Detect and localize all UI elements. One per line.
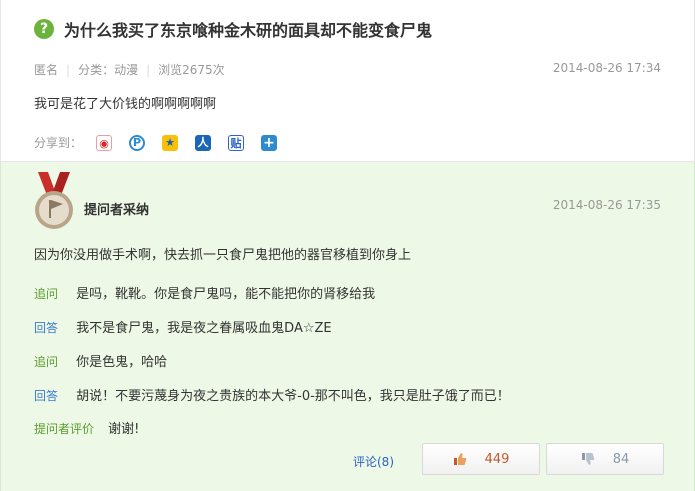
category-link[interactable]: 分类：动漫 bbox=[78, 63, 138, 77]
view-count: 浏览2675次 bbox=[158, 63, 225, 77]
best-answer-panel: 提问者采纳 2014-08-26 17:35 因为你没用做手术啊，快去抓一只食尸… bbox=[0, 162, 695, 491]
rating-tag: 提问者评价 bbox=[34, 422, 95, 436]
question-title: 为什么我买了东京喰种金木研的面具却不能变食尸鬼 bbox=[64, 21, 433, 40]
answer-body: 因为你没用做手术啊，快去抓一只食尸鬼把他的器官移植到你身上 bbox=[34, 248, 412, 263]
thread-item: 追问 是吗，靴靴。你是食尸鬼吗，能不能把你的肾移给我 bbox=[34, 283, 375, 302]
more-share-icon[interactable]: + bbox=[261, 134, 278, 151]
question-timestamp: 2014-08-26 17:34 bbox=[552, 61, 661, 75]
share-bar: 分享到： ◉ P ★ 人 贴 + bbox=[34, 134, 294, 151]
thread-text: 你是色鬼，哈哈 bbox=[76, 355, 168, 370]
tieba-icon[interactable]: 贴 bbox=[228, 134, 245, 151]
qzone-icon[interactable]: P bbox=[129, 134, 146, 151]
qq-weibo-icon[interactable]: ★ bbox=[162, 134, 179, 151]
share-label: 分享到： bbox=[34, 136, 83, 150]
weibo-icon[interactable]: ◉ bbox=[96, 134, 113, 151]
followup-question-tag: 追问 bbox=[34, 287, 59, 301]
followup-question-tag: 追问 bbox=[34, 355, 59, 369]
upvote-button[interactable]: 449 bbox=[422, 443, 540, 475]
thread-item: 回答 我不是食尸鬼，我是夜之眷属吸血鬼DA☆ZE bbox=[34, 317, 332, 336]
reply-tag: 回答 bbox=[34, 389, 59, 403]
answer-timestamp: 2014-08-26 17:35 bbox=[552, 198, 661, 212]
rating-text: 谢谢! bbox=[108, 422, 140, 437]
reply-tag: 回答 bbox=[34, 321, 59, 335]
question-panel: ? 为什么我买了东京喰种金木研的面具却不能变食尸鬼 匿名 | 分类：动漫 | 浏览267… bbox=[0, 0, 695, 162]
rating-row: 提问者评价 谢谢! bbox=[34, 418, 139, 437]
thumbs-down-icon bbox=[581, 453, 594, 465]
downvote-count: 84 bbox=[612, 451, 630, 467]
meta-divider: | bbox=[66, 63, 71, 77]
thread-item: 回答 胡说！不要污蔑身为夜之贵族的本大爷-0-那不叫色，我只是肚子饿了而已！ bbox=[34, 385, 510, 404]
adopted-label: 提问者采纳 bbox=[84, 203, 150, 218]
meta-divider: | bbox=[146, 63, 151, 77]
thumbs-up-icon bbox=[453, 453, 466, 465]
comments-link[interactable]: 评论(8) bbox=[353, 453, 394, 470]
question-mark-icon: ? bbox=[34, 19, 54, 39]
question-meta: 匿名 | 分类：动漫 | 浏览2675次 bbox=[34, 61, 225, 78]
thread-text: 我不是食尸鬼，我是夜之眷属吸血鬼DA☆ZE bbox=[76, 321, 332, 336]
upvote-count: 449 bbox=[484, 451, 510, 467]
question-body: 我可是花了大价钱的啊啊啊啊啊 bbox=[34, 97, 217, 112]
renren-icon[interactable]: 人 bbox=[195, 134, 212, 151]
downvote-button[interactable]: 84 bbox=[546, 443, 664, 475]
author-name: 匿名 bbox=[34, 63, 59, 77]
medal-icon bbox=[35, 172, 73, 229]
thread-text: 是吗，靴靴。你是食尸鬼吗，能不能把你的肾移给我 bbox=[76, 287, 376, 302]
thread-item: 追问 你是色鬼，哈哈 bbox=[34, 351, 167, 370]
thread-text: 胡说！不要污蔑身为夜之贵族的本大爷-0-那不叫色，我只是肚子饿了而已！ bbox=[76, 389, 510, 404]
